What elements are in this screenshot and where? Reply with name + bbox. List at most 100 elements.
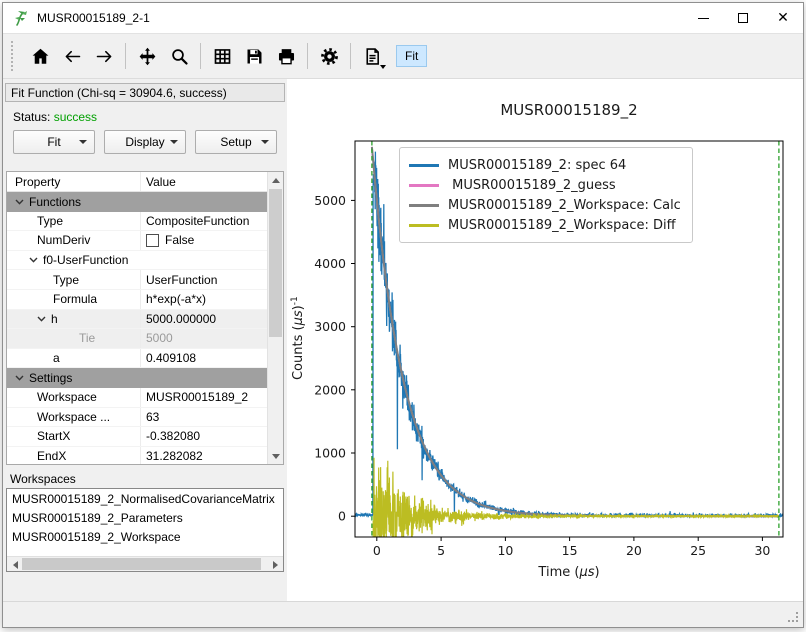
title-bar[interactable]: MUSR00015189_2-1 ✕ [3, 3, 803, 33]
property-row[interactable]: WorkspaceMUSR00015189_2 [7, 388, 267, 408]
property-value[interactable]: MUSR00015189_2 [141, 388, 267, 407]
triangle-right-icon [273, 561, 278, 569]
chevron-down-icon [261, 140, 269, 144]
status-label: Status: [13, 110, 54, 124]
scroll-up-button[interactable] [268, 172, 284, 188]
toolbar-drag-handle[interactable] [11, 41, 16, 71]
workspaces-scrollbar[interactable] [7, 556, 283, 571]
column-property[interactable]: Property [7, 172, 141, 191]
scroll-left-button[interactable] [7, 557, 23, 572]
triangle-left-icon [13, 561, 18, 569]
fit-toggle-button[interactable]: Fit [396, 45, 427, 67]
generate-script-button[interactable] [356, 40, 388, 72]
home-button[interactable] [24, 40, 56, 72]
triangle-up-icon [272, 178, 280, 183]
toolbar-separator [200, 43, 201, 69]
property-name: h [51, 312, 58, 326]
property-row[interactable]: a0.409108 [7, 349, 267, 369]
y-axis-label: Counts (μs)-1 [290, 263, 306, 413]
legend-line-swatch [409, 224, 439, 227]
chevron-down-icon [79, 140, 87, 144]
maximize-icon [738, 13, 748, 23]
property-row[interactable]: Workspace ...63 [7, 408, 267, 428]
y-tick-label: 1000 [314, 446, 346, 461]
workspace-item[interactable]: MUSR00015189_2_Workspace [8, 528, 282, 547]
print-button[interactable] [270, 40, 302, 72]
property-value[interactable]: 31.282082 [141, 447, 267, 464]
chevron-down-icon[interactable] [15, 199, 24, 205]
property-value[interactable]: 5000 [141, 329, 267, 348]
setup-menu-button[interactable]: Setup [195, 130, 277, 154]
property-row[interactable]: h 5000.000000 [7, 310, 267, 330]
plot-toolbar: Fit [3, 33, 803, 79]
property-value[interactable]: -0.382080 [141, 427, 267, 446]
main-content: Fit Function (Chi-sq = 30904.6, success)… [3, 79, 803, 601]
property-value[interactable]: UserFunction [141, 270, 267, 289]
scroll-down-button[interactable] [268, 448, 284, 464]
chevron-down-icon[interactable] [37, 316, 46, 322]
legend-entry: MUSR00015189_2_guess [409, 175, 681, 195]
scrollbar-thumb[interactable] [22, 558, 261, 570]
fit-menu-button[interactable]: Fit [13, 130, 95, 154]
home-icon [30, 46, 51, 67]
forward-arrow-icon [94, 46, 115, 67]
pan-button[interactable] [131, 40, 163, 72]
save-icon [244, 46, 265, 67]
property-row[interactable]: NumDerivFalse [7, 231, 267, 251]
property-row[interactable]: Tie5000 [7, 329, 267, 349]
chevron-down-icon[interactable] [29, 257, 38, 263]
property-value[interactable]: h*exp(-a*x) [141, 290, 267, 309]
zoom-button[interactable] [163, 40, 195, 72]
property-row[interactable]: StartX-0.382080 [7, 427, 267, 447]
display-menu-button[interactable]: Display [104, 130, 186, 154]
legend-entry: MUSR00015189_2_Workspace: Diff [409, 215, 681, 235]
property-row[interactable]: EndX31.282082 [7, 447, 267, 464]
toolbar-separator [350, 43, 351, 69]
close-button[interactable]: ✕ [763, 3, 803, 33]
property-value[interactable]: 63 [141, 408, 267, 427]
property-section-row[interactable]: Functions [7, 192, 267, 212]
property-value[interactable]: 5000.000000 [141, 310, 267, 329]
plot-legend: MUSR00015189_2: spec 64 MUSR00015189_2_g… [399, 147, 693, 243]
forward-button[interactable] [88, 40, 120, 72]
property-row[interactable]: Type CompositeFunction [7, 212, 267, 232]
minimize-button[interactable] [683, 3, 723, 33]
property-name: Type [37, 214, 63, 228]
maximize-button[interactable] [723, 3, 763, 33]
script-icon [362, 46, 383, 67]
x-tick-label: 25 [690, 543, 706, 558]
resize-grip[interactable] [788, 612, 798, 622]
property-row[interactable]: Formulah*exp(-a*x) [7, 290, 267, 310]
save-button[interactable] [238, 40, 270, 72]
legend-entry: MUSR00015189_2_Workspace: Calc [409, 195, 681, 215]
workspaces-list: MUSR00015189_2_NormalisedCovarianceMatri… [6, 488, 284, 572]
x-axis-label: Time (μs) [355, 565, 783, 580]
property-value-text: False [165, 233, 194, 247]
back-button[interactable] [56, 40, 88, 72]
property-value[interactable]: CompositeFunction [141, 212, 267, 231]
status-value: success [54, 110, 97, 124]
scrollbar-thumb[interactable] [269, 189, 282, 337]
property-row[interactable]: TypeUserFunction [7, 270, 267, 290]
fit-menu-label: Fit [47, 135, 60, 149]
property-value[interactable]: False [141, 231, 267, 250]
plot-title: MUSR00015189_2 [355, 101, 783, 119]
property-row[interactable]: f0-UserFunction [7, 251, 267, 271]
chevron-down-icon[interactable] [15, 375, 24, 381]
grid-button[interactable] [206, 40, 238, 72]
checkbox[interactable] [146, 234, 159, 247]
settings-button[interactable] [313, 40, 345, 72]
property-name: f0-UserFunction [43, 253, 128, 267]
app-window: MUSR00015189_2-1 ✕ [2, 2, 804, 628]
property-value-text: 0.409108 [146, 351, 196, 365]
workspace-item[interactable]: MUSR00015189_2_NormalisedCovarianceMatri… [8, 490, 282, 509]
app-icon [13, 9, 31, 27]
column-value[interactable]: Value [141, 172, 267, 191]
x-tick-label: 15 [562, 543, 578, 558]
property-grid-scrollbar[interactable] [267, 172, 283, 464]
property-section-row[interactable]: Settings [7, 368, 267, 388]
workspace-item[interactable]: MUSR00015189_2_Parameters [8, 509, 282, 528]
scroll-right-button[interactable] [267, 557, 283, 572]
property-value[interactable]: 0.409108 [141, 349, 267, 368]
legend-entry: MUSR00015189_2: spec 64 [409, 155, 681, 175]
